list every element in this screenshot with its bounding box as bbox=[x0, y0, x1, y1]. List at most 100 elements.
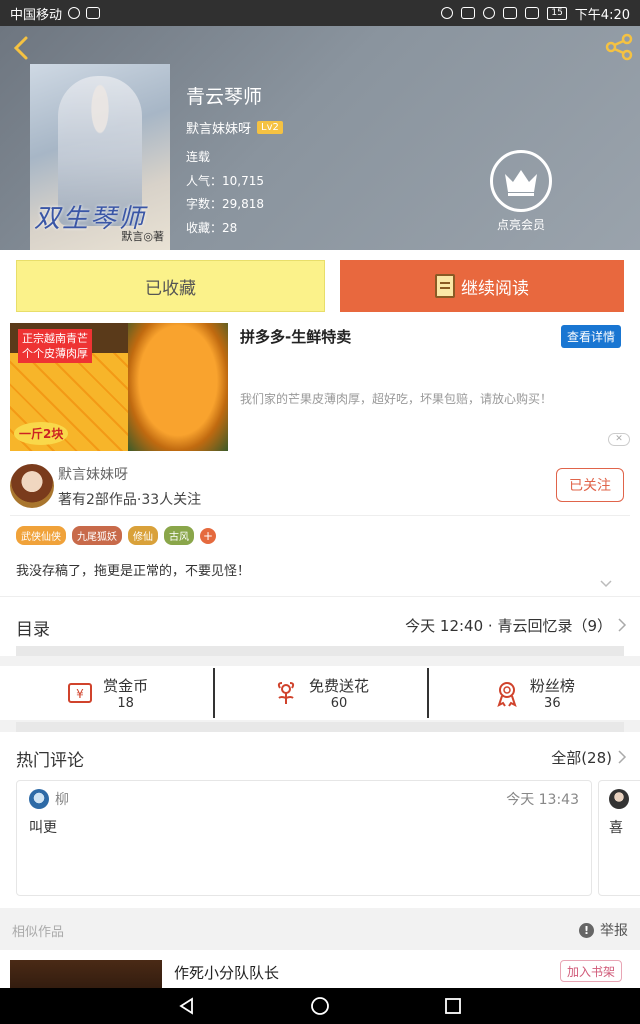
action-bar: 已收藏 继续阅读 bbox=[0, 250, 640, 320]
coin-icon: ¥ bbox=[68, 683, 93, 703]
comment-time: 今天 13:43 bbox=[506, 792, 579, 808]
similar-header: 相似作品 ! 举报 bbox=[0, 908, 640, 950]
book-title: 青云琴师 bbox=[186, 86, 263, 108]
commenter-name: 柳 bbox=[55, 792, 69, 808]
hot-comments: 热门评论 全部(28) 柳 今天 13:43 叫更 喜 bbox=[0, 732, 640, 908]
nav-recents-button[interactable] bbox=[441, 994, 465, 1018]
chevron-right-icon bbox=[618, 750, 627, 764]
ad-image-price: 一斤2块 bbox=[14, 422, 69, 445]
signal-icon bbox=[525, 7, 540, 19]
svg-text:¥: ¥ bbox=[76, 687, 84, 701]
comment-card[interactable]: 喜 bbox=[598, 780, 640, 896]
circle-home-icon bbox=[311, 997, 329, 1015]
author-section: 默言妹妹呀 著有2部作品·33人关注 已关注 武侠仙侠 九尾狐妖 修仙 古风 +… bbox=[0, 456, 640, 596]
triangle-back-icon bbox=[178, 997, 193, 1015]
stat-name: 免费送花 bbox=[308, 677, 369, 695]
flower-icon bbox=[277, 682, 295, 704]
ad-image-tag: 正宗越南青芒 个个皮薄肉厚 bbox=[18, 329, 92, 363]
share-icon bbox=[605, 33, 633, 61]
ad-mango-half bbox=[128, 323, 228, 451]
cover-author: 默言◎著 bbox=[121, 230, 164, 243]
notification-icon bbox=[86, 7, 101, 19]
chevron-down-icon[interactable] bbox=[600, 578, 612, 590]
comment-text: 叫更 bbox=[29, 820, 57, 836]
ad-close-icon[interactable]: ✕ bbox=[608, 433, 630, 446]
avatar[interactable] bbox=[10, 464, 54, 508]
vip-button[interactable]: 点亮会员 bbox=[488, 150, 554, 233]
continue-read-button[interactable]: 继续阅读 bbox=[340, 260, 624, 312]
add-to-shelf-button[interactable]: 加入书架 bbox=[560, 960, 622, 982]
continue-read-label: 继续阅读 bbox=[461, 278, 529, 299]
tag-item[interactable]: 九尾狐妖 bbox=[72, 526, 122, 545]
tag-item[interactable]: 修仙 bbox=[128, 526, 158, 545]
stat-name: 粉丝榜 bbox=[529, 677, 575, 695]
book-description: 我没存稿了，拖更是正常的，不要见怪！ bbox=[16, 564, 251, 579]
ad-description: 我们家的芒果皮薄肉厚，超好吃，坏果包赔，请放心购买！ bbox=[240, 392, 553, 406]
book-popularity: 人气：10,715 bbox=[186, 173, 264, 188]
book-icon bbox=[435, 274, 455, 298]
carrier-label: 中国移动 bbox=[10, 7, 63, 23]
clock: 下午4:20 bbox=[574, 7, 630, 23]
all-comments-link[interactable]: 全部(28) bbox=[551, 747, 612, 768]
ad-image[interactable]: 正宗越南青芒 个个皮薄肉厚 一斤2块 bbox=[10, 323, 228, 451]
hot-comments-title: 热门评论 bbox=[16, 751, 84, 771]
ad-image-tag-line2: 个个皮薄肉厚 bbox=[22, 347, 88, 360]
author-row[interactable]: 默言妹妹呀 Lv2 bbox=[186, 118, 283, 137]
ad-banner[interactable]: 正宗越南青芒 个个皮薄肉厚 一斤2块 拼多多-生鲜特卖 查看详情 我们家的芒果皮… bbox=[0, 320, 640, 456]
similar-cover bbox=[10, 960, 162, 988]
tag-item[interactable]: 武侠仙侠 bbox=[16, 526, 66, 545]
ad-image-tag-line1: 正宗越南青芒 bbox=[22, 332, 88, 345]
ad-title: 拼多多-生鲜特卖 bbox=[240, 328, 352, 346]
author-name: 默言妹妹呀 bbox=[186, 122, 252, 137]
ad-detail-button[interactable]: 查看详情 bbox=[561, 325, 622, 348]
latest-chapter: 今天 12:40 · 青云回忆录（9） bbox=[405, 617, 612, 635]
comment-card[interactable]: 柳 今天 13:43 叫更 bbox=[16, 780, 592, 896]
stat-value: 60 bbox=[330, 696, 348, 711]
commenter-avatar bbox=[609, 789, 629, 809]
back-button[interactable] bbox=[8, 34, 36, 62]
book-meta: 连载 人气：10,715 字数：29,818 收藏：28 bbox=[186, 146, 264, 240]
stat-value: 18 bbox=[117, 696, 134, 711]
level-badge: Lv2 bbox=[257, 121, 283, 134]
similar-label: 相似作品 bbox=[12, 925, 65, 940]
fan-rank-button[interactable]: 粉丝榜 36 bbox=[426, 666, 640, 720]
tag-list: 武侠仙侠 九尾狐妖 修仙 古风 + bbox=[16, 526, 216, 545]
nav-home-button[interactable] bbox=[308, 994, 332, 1018]
add-tag-button[interactable]: + bbox=[200, 527, 216, 544]
report-label: 举报 bbox=[600, 923, 628, 939]
nav-back-button[interactable] bbox=[175, 994, 199, 1018]
book-favorites: 收藏：28 bbox=[186, 220, 238, 235]
commenter-avatar bbox=[29, 789, 49, 809]
collected-button[interactable]: 已收藏 bbox=[16, 260, 325, 312]
divider bbox=[10, 515, 630, 516]
section-divider bbox=[16, 646, 624, 656]
send-flower-button[interactable]: 免费送花 60 bbox=[213, 666, 426, 720]
section-divider bbox=[16, 722, 624, 732]
square-recents-icon bbox=[445, 998, 462, 1014]
system-nav-bar bbox=[0, 988, 640, 1024]
vip-label: 点亮会员 bbox=[496, 218, 545, 232]
medal-icon bbox=[497, 682, 517, 707]
alarm-icon bbox=[441, 7, 454, 19]
support-stats: ¥ 赏金币 18 免费送花 60 粉丝榜 36 bbox=[0, 666, 640, 720]
similar-title: 作死小分队队长 bbox=[174, 964, 280, 982]
wechat-icon bbox=[68, 7, 81, 19]
follow-button[interactable]: 已关注 bbox=[556, 468, 624, 502]
tag-item[interactable]: 古风 bbox=[164, 526, 194, 545]
wifi-icon bbox=[503, 7, 518, 19]
stat-value: 36 bbox=[544, 696, 561, 711]
author-stats: 著有2部作品·33人关注 bbox=[58, 492, 202, 508]
report-button[interactable]: ! 举报 bbox=[579, 920, 628, 940]
book-cover[interactable]: 双生琴师 默言◎著 bbox=[30, 64, 170, 250]
reward-coin-button[interactable]: ¥ 赏金币 18 bbox=[0, 666, 213, 720]
book-status: 连载 bbox=[186, 150, 211, 164]
chevron-left-icon bbox=[13, 36, 28, 60]
author-name-secondary[interactable]: 默言妹妹呀 bbox=[58, 464, 128, 484]
eye-icon bbox=[483, 7, 496, 19]
share-button[interactable] bbox=[604, 32, 634, 62]
catalog-label: 目录 bbox=[16, 620, 50, 640]
book-header: 双生琴师 默言◎著 青云琴师 默言妹妹呀 Lv2 连载 人气：10,715 字数… bbox=[0, 26, 640, 250]
comment-text: 喜 bbox=[609, 820, 623, 836]
chevron-right-icon bbox=[618, 618, 627, 632]
list-item[interactable]: 作死小分队队长 加入书架 bbox=[0, 950, 640, 988]
